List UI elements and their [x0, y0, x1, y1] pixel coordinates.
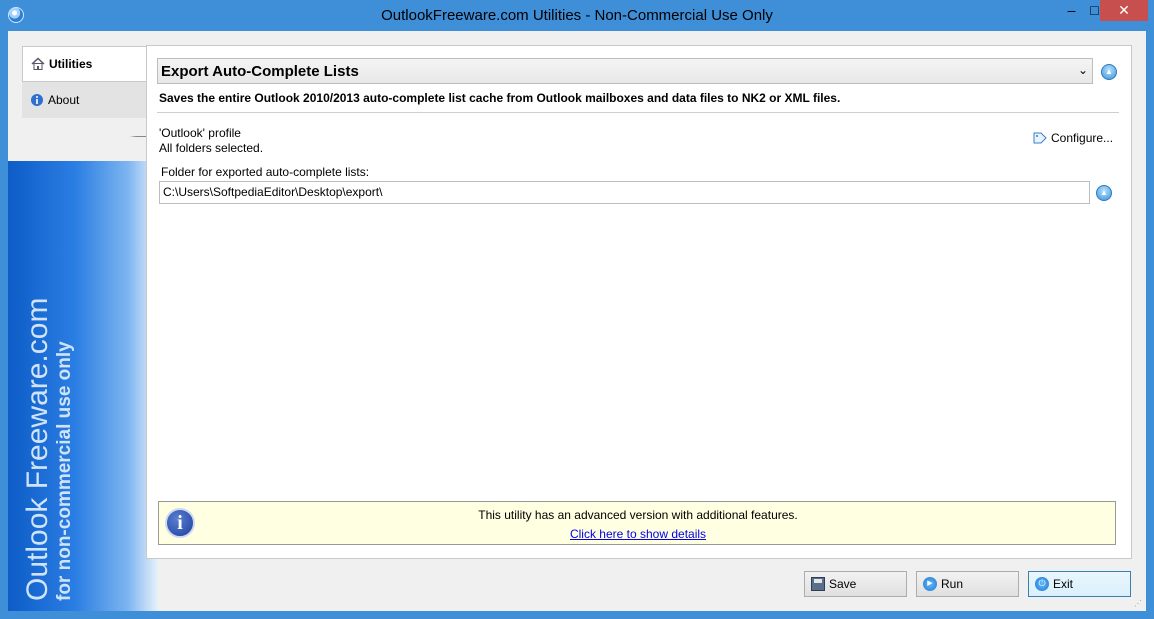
title-bar[interactable]: OutlookFreeware.com Utilities - Non-Comm… — [0, 0, 1154, 31]
run-button-label: Run — [941, 577, 964, 591]
sidebar-item-utilities[interactable]: Utilities — [22, 46, 146, 82]
app-window: OutlookFreeware.com Utilities - Non-Comm… — [0, 0, 1154, 619]
sidebar-curve — [22, 122, 158, 182]
utility-select-value: Export Auto-Complete Lists — [161, 62, 359, 80]
save-button[interactable]: Save — [804, 571, 907, 597]
folder-path-field[interactable]: C:\Users\SoftpediaEditor\Desktop\export\ — [159, 181, 1090, 204]
resize-grip-icon[interactable]: ⋰ — [1134, 599, 1144, 609]
divider — [157, 112, 1119, 113]
folder-label: Folder for exported auto-complete lists: — [161, 165, 370, 179]
exit-button-label: Exit — [1053, 577, 1074, 591]
info-banner-text: This utility has an advanced version wit… — [478, 508, 798, 522]
play-icon: ▶ — [923, 577, 937, 591]
brand-watermark: Outlook Freeware.com for non-commercial … — [21, 297, 76, 601]
utility-select[interactable]: Export Auto-Complete Lists ⌄ — [157, 58, 1093, 84]
save-button-label: Save — [829, 577, 857, 591]
tag-icon — [1033, 132, 1047, 144]
window-title: OutlookFreeware.com Utilities - Non-Comm… — [381, 7, 773, 24]
client-area: Outlook Freeware.com for non-commercial … — [8, 31, 1146, 611]
info-icon — [31, 94, 43, 106]
brand-line2: for non-commercial use only — [54, 341, 75, 601]
show-details-link[interactable]: Click here to show details — [159, 527, 1117, 541]
utility-description: Saves the entire Outlook 2010/2013 auto-… — [159, 91, 841, 105]
power-icon: ⏻ — [1035, 577, 1049, 591]
browse-icon[interactable]: ▲ — [1096, 185, 1112, 201]
sidebar-item-label: Utilities — [49, 57, 93, 71]
main-panel: Export Auto-Complete Lists ⌄ ▲ Saves the… — [146, 45, 1132, 559]
profile-folders: All folders selected. — [159, 141, 264, 155]
configure-link[interactable]: Configure... — [1033, 131, 1113, 145]
chevron-down-icon: ⌄ — [1077, 63, 1088, 77]
collapse-icon[interactable]: ▲ — [1101, 64, 1117, 80]
floppy-disk-icon — [811, 577, 825, 591]
configure-label: Configure... — [1051, 131, 1114, 145]
info-banner: i This utility has an advanced version w… — [158, 501, 1116, 545]
close-button[interactable]: ✕ — [1100, 0, 1148, 21]
run-button[interactable]: ▶ Run — [916, 571, 1019, 597]
exit-button[interactable]: ⏻ Exit — [1028, 571, 1131, 597]
sidebar-item-label: About — [48, 93, 80, 107]
home-icon — [31, 57, 45, 70]
profile-name: 'Outlook' profile — [159, 126, 241, 140]
brand-line1: Outlook Freeware.com — [21, 297, 54, 601]
sidebar-item-about[interactable]: About — [22, 82, 146, 118]
